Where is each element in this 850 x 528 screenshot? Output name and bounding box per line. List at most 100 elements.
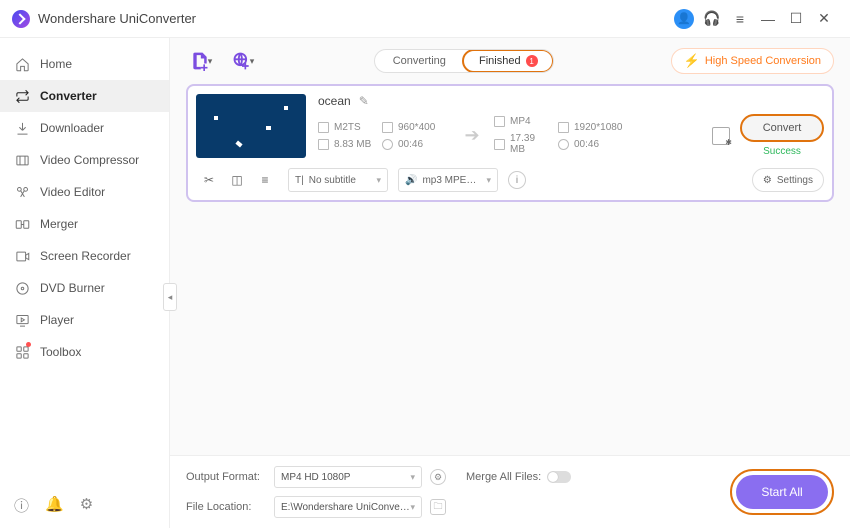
- account-icon[interactable]: 👤: [670, 5, 698, 33]
- size-icon: [494, 139, 505, 150]
- info-icon[interactable]: i: [508, 171, 526, 189]
- player-icon: [14, 312, 30, 328]
- main-panel: ▾ ▾ Converting Finished 1 ⚡ High Speed C…: [170, 38, 850, 528]
- sidebar-item-merger[interactable]: Merger: [0, 208, 169, 240]
- dst-format: MP4: [510, 116, 531, 127]
- arrow-right-icon: ➔: [460, 124, 484, 148]
- sidebar-item-label: DVD Burner: [40, 281, 105, 295]
- sidebar-item-dvd-burner[interactable]: DVD Burner: [0, 272, 169, 304]
- subtitle-select[interactable]: T| No subtitle ▾: [288, 168, 388, 192]
- editor-icon: [14, 184, 30, 200]
- finished-badge: 1: [526, 55, 538, 67]
- subtitle-icon: T|: [295, 175, 304, 186]
- rename-icon[interactable]: ✎: [359, 94, 369, 108]
- sidebar-item-video-editor[interactable]: Video Editor: [0, 176, 169, 208]
- format-settings-icon[interactable]: ⚙: [430, 469, 446, 485]
- merge-label: Merge All Files:: [466, 471, 541, 483]
- tab-converting[interactable]: Converting: [375, 50, 463, 72]
- download-icon: [14, 120, 30, 136]
- recorder-icon: [14, 248, 30, 264]
- dvd-icon: [14, 280, 30, 296]
- high-speed-conversion-button[interactable]: ⚡ High Speed Conversion: [671, 48, 834, 74]
- sidebar-item-label: Downloader: [40, 121, 104, 135]
- toolbar: ▾ ▾ Converting Finished 1 ⚡ High Speed C…: [170, 38, 850, 84]
- open-folder-icon[interactable]: 🗀: [430, 499, 446, 515]
- video-thumbnail[interactable]: [196, 94, 306, 158]
- start-all-highlight: Start All: [730, 469, 834, 515]
- add-url-icon: [232, 51, 252, 71]
- sidebar-item-toolbox[interactable]: Toolbox: [0, 336, 169, 368]
- sidebar-item-label: Toolbox: [40, 345, 81, 359]
- sidebar-item-label: Video Compressor: [40, 153, 139, 167]
- file-settings-button[interactable]: ⚙ Settings: [752, 168, 824, 192]
- format-icon: [318, 122, 329, 133]
- maximize-button[interactable]: ☐: [782, 5, 810, 33]
- convert-button[interactable]: Convert: [740, 114, 824, 142]
- duration-icon: [558, 139, 569, 150]
- src-duration: 00:46: [398, 139, 423, 150]
- sidebar-item-downloader[interactable]: Downloader: [0, 112, 169, 144]
- tab-finished[interactable]: Finished 1: [462, 49, 554, 73]
- dst-duration: 00:46: [574, 139, 599, 150]
- menu-icon[interactable]: ≡: [726, 5, 754, 33]
- titlebar: Wondershare UniConverter 👤 🎧 ≡ — ☐ ✕: [0, 0, 850, 38]
- start-all-button[interactable]: Start All: [736, 475, 828, 509]
- sidebar-item-label: Converter: [40, 89, 97, 103]
- resolution-icon: [558, 122, 569, 133]
- format-icon: [494, 116, 505, 127]
- output-format-select[interactable]: MP4 HD 1080P▾: [274, 466, 422, 488]
- status-label: Success: [763, 146, 801, 157]
- src-size: 8.83 MB: [334, 139, 371, 150]
- headset-icon[interactable]: 🎧: [698, 5, 726, 33]
- crop-icon[interactable]: ◫: [230, 173, 244, 187]
- toolbox-icon: [14, 344, 30, 360]
- merger-icon: [14, 216, 30, 232]
- resolution-icon: [382, 122, 393, 133]
- add-file-icon: [190, 51, 210, 71]
- target-settings-icon[interactable]: [712, 127, 730, 145]
- sidebar-item-label: Player: [40, 313, 74, 327]
- file-card: ocean ✎ M2TS 8.83 MB 960*400 00:46: [186, 84, 834, 202]
- sidebar-item-converter[interactable]: Converter: [0, 80, 169, 112]
- compress-icon: [14, 152, 30, 168]
- file-location-select[interactable]: E:\Wondershare UniConverter▾: [274, 496, 422, 518]
- tabs: Converting Finished 1: [374, 49, 554, 73]
- app-logo-icon: [12, 10, 30, 28]
- home-icon: [14, 56, 30, 72]
- sidebar-item-player[interactable]: Player: [0, 304, 169, 336]
- merge-toggle[interactable]: [547, 471, 571, 483]
- help-icon[interactable]: ⓘ: [14, 495, 29, 516]
- sidebar-item-label: Home: [40, 57, 72, 71]
- sidebar-item-label: Video Editor: [40, 185, 105, 199]
- dst-size: 17.39 MB: [510, 133, 548, 155]
- add-file-button[interactable]: ▾: [186, 46, 216, 76]
- bolt-icon: ⚡: [684, 53, 700, 69]
- bottombar: Output Format: MP4 HD 1080P▾ ⚙ Merge All…: [170, 455, 850, 528]
- gear-icon: ⚙: [763, 175, 772, 186]
- collapse-sidebar-button[interactable]: ◂: [163, 283, 177, 311]
- sidebar: Home Converter Downloader Video Compress…: [0, 38, 170, 528]
- app-title: Wondershare UniConverter: [38, 11, 196, 26]
- converter-icon: [14, 88, 30, 104]
- sidebar-item-label: Screen Recorder: [40, 249, 131, 263]
- audio-icon: 🔊: [405, 175, 417, 186]
- src-format: M2TS: [334, 122, 361, 133]
- duration-icon: [382, 139, 393, 150]
- file-location-label: File Location:: [186, 501, 266, 513]
- settings-gear-icon[interactable]: ⚙: [80, 495, 93, 516]
- trim-icon[interactable]: ✂: [202, 173, 216, 187]
- dst-resolution: 1920*1080: [574, 122, 622, 133]
- sidebar-item-home[interactable]: Home: [0, 48, 169, 80]
- src-resolution: 960*400: [398, 122, 435, 133]
- output-format-label: Output Format:: [186, 471, 266, 483]
- more-icon[interactable]: ≡: [258, 173, 272, 187]
- audio-select[interactable]: 🔊 mp3 MPEG lay... ▾: [398, 168, 498, 192]
- add-url-button[interactable]: ▾: [228, 46, 258, 76]
- size-icon: [318, 139, 329, 150]
- file-name: ocean: [318, 94, 351, 108]
- sidebar-item-screen-recorder[interactable]: Screen Recorder: [0, 240, 169, 272]
- sidebar-item-video-compressor[interactable]: Video Compressor: [0, 144, 169, 176]
- close-button[interactable]: ✕: [810, 5, 838, 33]
- minimize-button[interactable]: —: [754, 5, 782, 33]
- notifications-icon[interactable]: 🔔: [45, 495, 64, 516]
